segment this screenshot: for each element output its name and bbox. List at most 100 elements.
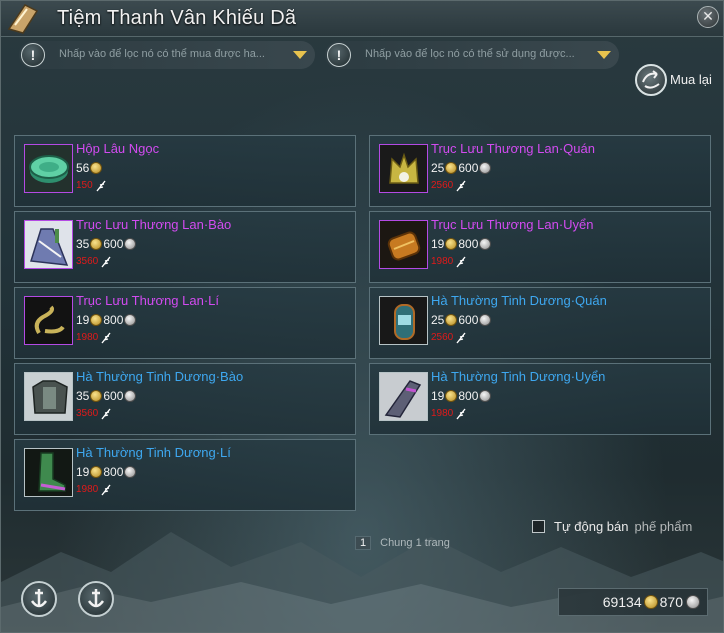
item-limit: 3560 bbox=[76, 406, 112, 420]
crown-icon bbox=[379, 144, 428, 193]
bracer-icon bbox=[379, 220, 428, 269]
silver-price: 800 bbox=[103, 313, 124, 327]
item-name: Trục Lưu Thương Lan·Uyển bbox=[431, 217, 594, 232]
buyback-icon bbox=[635, 64, 667, 96]
silver-price: 800 bbox=[458, 237, 479, 251]
item-limit: 1980 bbox=[76, 482, 112, 496]
buyable-filter-dropdown[interactable]: ! Nhấp vào để lọc nó có thể mua được ha.… bbox=[19, 41, 315, 69]
buyback-button[interactable]: Mua lại bbox=[635, 64, 721, 96]
gold-coin-icon bbox=[90, 162, 103, 174]
anchor-icon bbox=[30, 589, 48, 608]
usable-filter-dropdown[interactable]: ! Nhấp vào để lọc nó có thể sử dụng được… bbox=[325, 41, 619, 69]
limit-value: 150 bbox=[76, 179, 93, 191]
buyback-label: Mua lại bbox=[670, 72, 712, 87]
shop-item[interactable]: Hà Thường Tinh Dương·Bào 35 600 3560 bbox=[14, 363, 356, 435]
item-limit: 2560 bbox=[431, 178, 467, 192]
feather-icon bbox=[456, 332, 466, 343]
gold-coin-icon bbox=[643, 595, 658, 609]
item-name: Hà Thường Tinh Dương·Quán bbox=[431, 293, 607, 308]
silver-coin-icon bbox=[124, 390, 137, 402]
helm-icon bbox=[379, 296, 428, 345]
window-title: Tiệm Thanh Vân Khiếu Dã bbox=[57, 7, 297, 29]
item-name: Hà Thường Tinh Dương·Uyển bbox=[431, 369, 606, 384]
gold-coin-icon bbox=[90, 314, 103, 326]
shop-item[interactable]: Hà Thường Tinh Dương·Lí 19 800 1980 bbox=[14, 439, 356, 511]
buyable-filter-placeholder: Nhấp vào để lọc nó có thể mua được ha... bbox=[59, 48, 265, 60]
item-name: Hà Thường Tinh Dương·Lí bbox=[76, 445, 231, 460]
shop-item[interactable]: Hộp Lâu Ngọc 56 150 bbox=[14, 135, 356, 207]
item-name: Trục Lưu Thương Lan·Bào bbox=[76, 217, 232, 232]
silver-price: 800 bbox=[458, 389, 479, 403]
limit-value: 1980 bbox=[431, 255, 454, 267]
usable-filter-placeholder: Nhấp vào để lọc nó có thể sử dụng được..… bbox=[365, 48, 575, 60]
silver-price: 600 bbox=[458, 313, 479, 327]
feather-icon bbox=[456, 408, 466, 419]
shop-item[interactable]: Trục Lưu Thương Lan·Bào 35 600 3560 bbox=[14, 211, 356, 283]
auto-sell-checkbox[interactable] bbox=[532, 519, 545, 533]
gold-balance: 69134 bbox=[602, 594, 642, 610]
item-name: Trục Lưu Thương Lan·Lí bbox=[76, 293, 219, 308]
currency-display: 69134 870 bbox=[558, 588, 708, 616]
page-number[interactable]: 1 bbox=[355, 536, 372, 550]
item-price: 19 800 bbox=[76, 312, 137, 328]
item-name: Trục Lưu Thương Lan·Quán bbox=[431, 141, 595, 156]
limit-value: 2560 bbox=[431, 331, 454, 343]
gold-price: 25 bbox=[431, 161, 445, 175]
item-limit: 3560 bbox=[76, 254, 112, 268]
item-name: Hộp Lâu Ngọc bbox=[76, 141, 160, 156]
limit-value: 2560 bbox=[431, 179, 454, 191]
silver-price: 600 bbox=[103, 237, 124, 251]
shop-item[interactable]: Trục Lưu Thương Lan·Lí 19 800 1980 bbox=[14, 287, 356, 359]
silver-price: 800 bbox=[103, 465, 124, 479]
feather-icon bbox=[101, 332, 111, 343]
silver-coin-icon bbox=[479, 238, 492, 250]
item-price: 25 600 bbox=[431, 160, 492, 176]
limit-value: 3560 bbox=[76, 255, 99, 267]
item-limit: 1980 bbox=[431, 254, 467, 268]
feather-icon bbox=[101, 256, 111, 267]
shop-item[interactable]: Hà Thường Tinh Dương·Quán 25 600 2560 bbox=[369, 287, 711, 359]
gold-coin-icon bbox=[445, 162, 458, 174]
shop-item[interactable]: Trục Lưu Thương Lan·Quán 25 600 2560 bbox=[369, 135, 711, 207]
item-price: 35 600 bbox=[76, 388, 137, 404]
item-price: 56 bbox=[76, 160, 103, 176]
auto-sell-label: Tự động bán bbox=[554, 518, 629, 534]
limit-value: 1980 bbox=[431, 407, 454, 419]
chevron-down-icon bbox=[597, 51, 611, 59]
bottom-left-button[interactable] bbox=[21, 581, 57, 617]
limit-value: 1980 bbox=[76, 483, 99, 495]
feather-icon bbox=[96, 180, 106, 191]
feather-icon bbox=[101, 408, 111, 419]
feather-icon bbox=[456, 180, 466, 191]
item-limit: 1980 bbox=[76, 330, 112, 344]
silver-coin-icon bbox=[124, 314, 137, 326]
feather-icon bbox=[456, 256, 466, 267]
anchor-icon bbox=[87, 589, 105, 608]
item-limit: 150 bbox=[76, 178, 107, 192]
auto-sell-toggle[interactable]: Tự động bán phế phẩm bbox=[532, 517, 692, 535]
gold-price: 19 bbox=[76, 313, 90, 327]
silver-coin-icon bbox=[124, 466, 137, 478]
item-limit: 1980 bbox=[431, 406, 467, 420]
item-price: 19 800 bbox=[431, 388, 492, 404]
shop-item[interactable]: Trục Lưu Thương Lan·Uyển 19 800 1980 bbox=[369, 211, 711, 283]
gold-coin-icon bbox=[445, 238, 458, 250]
gold-coin-icon bbox=[90, 238, 103, 250]
chevron-down-icon bbox=[293, 51, 307, 59]
item-name: Hà Thường Tinh Dương·Bào bbox=[76, 369, 244, 384]
item-price: 19 800 bbox=[431, 236, 492, 252]
silver-coin-icon bbox=[479, 314, 492, 326]
shop-item[interactable]: Hà Thường Tinh Dương·Uyển 19 800 1980 bbox=[369, 363, 711, 435]
gold-coin-icon bbox=[445, 314, 458, 326]
auto-sell-suffix: phế phẩm bbox=[634, 518, 693, 534]
pagination: 1 Chung 1 trang bbox=[355, 535, 450, 551]
item-limit: 2560 bbox=[431, 330, 467, 344]
shop-window: Tiệm Thanh Vân Khiếu Dã ✕ ! Nhấp vào để … bbox=[0, 0, 724, 633]
item-price: 35 600 bbox=[76, 236, 137, 252]
close-button[interactable]: ✕ bbox=[697, 6, 719, 28]
gold-price: 19 bbox=[431, 237, 445, 251]
silver-balance: 870 bbox=[659, 594, 683, 610]
bottom-right-button[interactable] bbox=[78, 581, 114, 617]
gold-coin-icon bbox=[90, 466, 103, 478]
gold-price: 19 bbox=[76, 465, 90, 479]
